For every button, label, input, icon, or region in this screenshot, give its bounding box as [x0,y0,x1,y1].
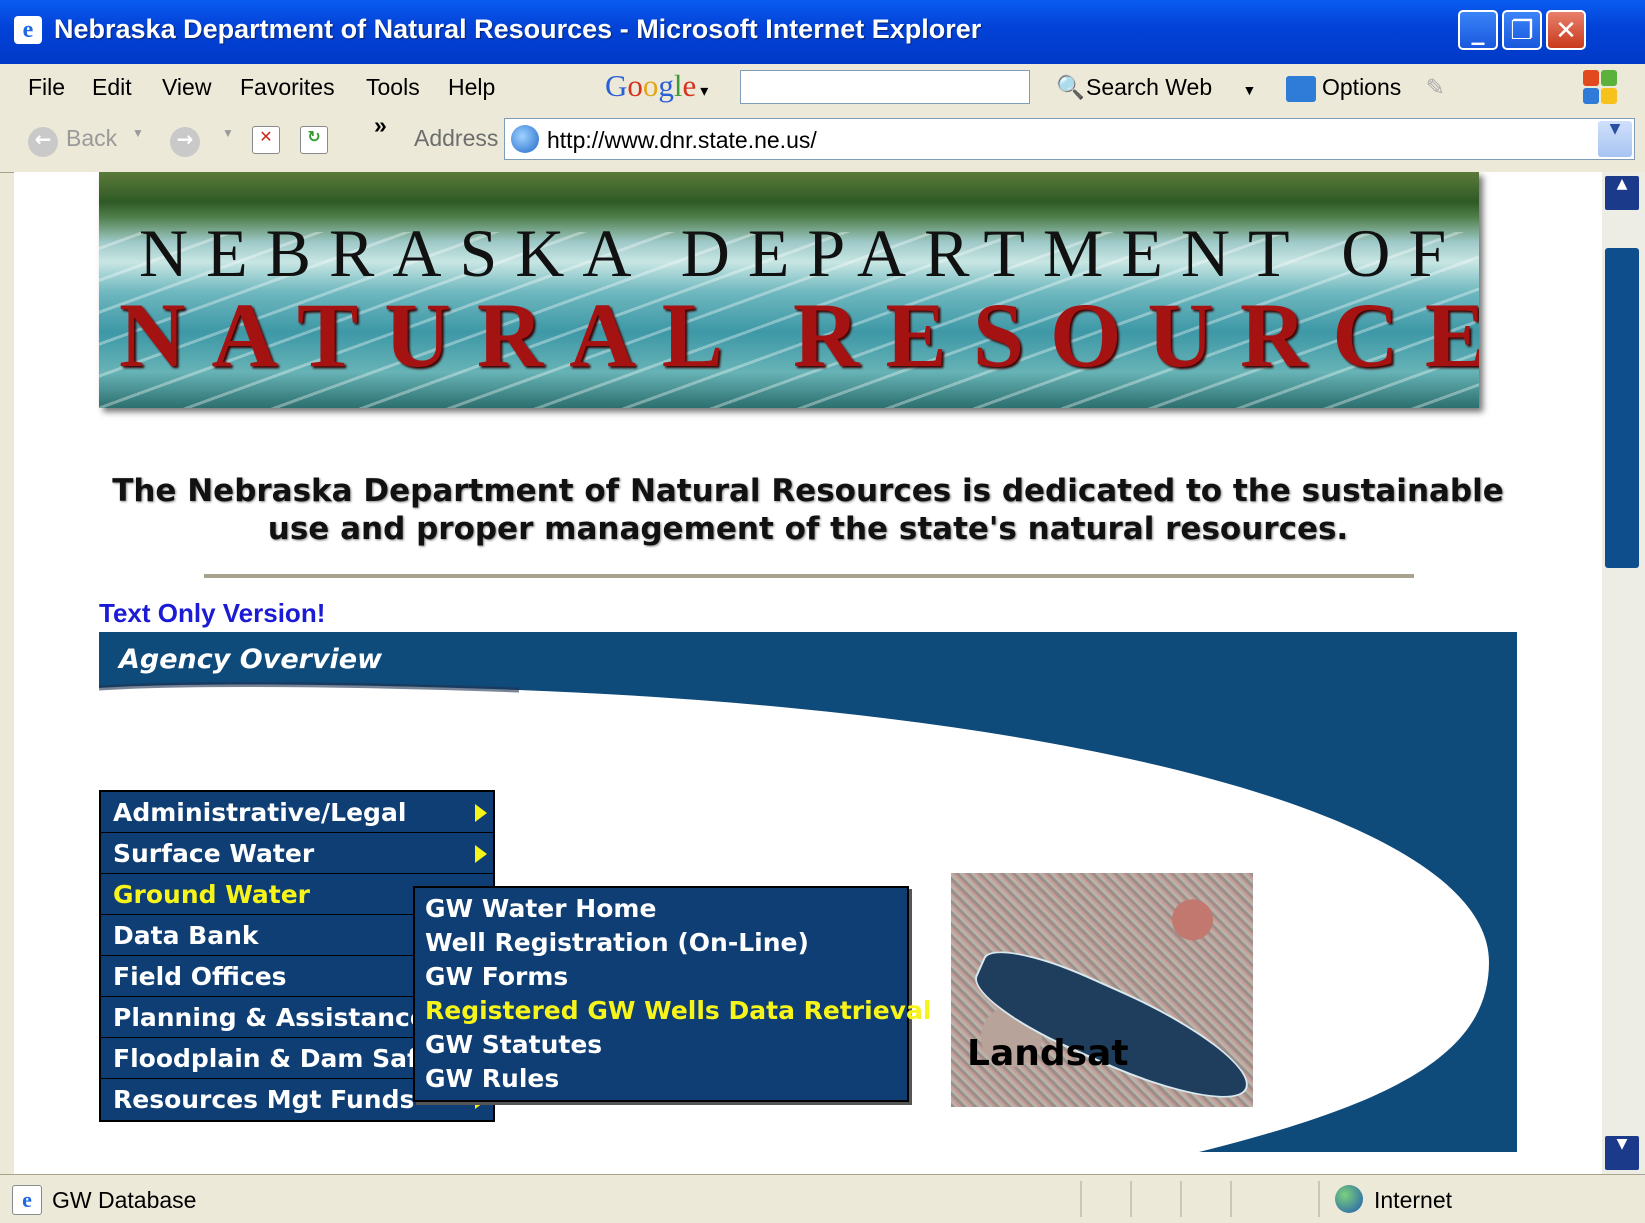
submenu-gw-forms[interactable]: GW Forms [415,960,907,994]
submenu-arrow-icon [475,804,487,822]
mission-line-2: use and proper management of the state's… [267,511,1349,547]
lake-shape [963,934,1253,1107]
window-title: Nebraska Department of Natural Resources… [54,14,982,44]
menu-help[interactable]: Help [448,74,495,101]
title-bar[interactable]: e Nebraska Department of Natural Resourc… [0,0,1645,64]
ie-logo-icon: e [14,16,42,44]
options-icon [1286,75,1316,102]
menu-view[interactable]: View [162,74,211,101]
address-label: Address [414,125,499,151]
back-arrow-icon[interactable]: ← [28,127,58,157]
internet-globe-icon [1335,1185,1363,1213]
address-dropdown-icon[interactable]: ▼ [1598,121,1632,157]
google-toolbar-logo[interactable]: Google ▾ [605,68,708,104]
ground-water-submenu: GW Water Home Well Registration (On-Line… [413,886,931,1102]
scroll-up-icon[interactable]: ▲ [1605,176,1639,210]
status-divider [1080,1181,1082,1217]
refresh-icon[interactable]: ↻ [300,126,328,154]
pencil-icon: ✎ [1425,74,1445,100]
menu-item-administrative-legal[interactable]: Administrative/Legal [101,792,493,833]
menu-file[interactable]: File [28,74,65,101]
menu-item-surface-water[interactable]: Surface Water [101,833,493,874]
back-button[interactable]: Back [66,125,117,152]
status-text: GW Database [52,1187,197,1213]
minimize-button[interactable]: _ [1458,10,1498,50]
maximize-button[interactable]: ❐ [1502,10,1542,50]
status-bar: e GW Database Internet [0,1174,1645,1223]
status-divider [1130,1181,1132,1217]
menu-bar: File Edit View Favorites Tools Help Goog… [0,64,1645,113]
submenu-gw-water-home[interactable]: GW Water Home [415,892,907,926]
close-button[interactable]: ✕ [1546,10,1586,50]
submenu-gw-statutes[interactable]: GW Statutes [415,1028,907,1062]
stop-icon[interactable]: ✕ [252,126,280,154]
scroll-down-icon[interactable]: ▼ [1605,1136,1639,1170]
page-status-icon: e [12,1185,42,1215]
toolbar-overflow-icon[interactable]: » [374,112,387,139]
submenu-well-registration[interactable]: Well Registration (On-Line) [415,926,907,960]
scroll-thumb[interactable] [1605,248,1639,568]
address-bar[interactable]: http://www.dnr.state.ne.us/ ▼ [504,118,1635,160]
divider [204,574,1414,578]
status-divider [1180,1181,1182,1217]
back-dropdown-icon[interactable]: ▼ [132,126,144,140]
windows-logo-icon [1583,70,1619,106]
page-icon [511,125,539,153]
overview-title: Agency Overview [119,644,383,675]
google-search-input[interactable] [740,70,1030,104]
menu-favorites[interactable]: Favorites [240,74,335,101]
forward-dropdown-icon[interactable]: ▼ [222,126,234,140]
submenu-arrow-icon [475,845,487,863]
text-only-link[interactable]: Text Only Version! [99,598,325,629]
landsat-image[interactable]: Landsat [951,873,1253,1107]
menu-tools[interactable]: Tools [366,74,420,101]
search-web-button[interactable]: 🔍Search Web ▼ [1056,74,1256,101]
menu-edit[interactable]: Edit [92,74,132,101]
chevron-down-icon[interactable]: ▼ [1243,82,1257,98]
browser-window: e Nebraska Department of Natural Resourc… [0,0,1645,1223]
status-divider [1318,1181,1320,1217]
address-url[interactable]: http://www.dnr.state.ne.us/ [547,127,817,154]
binoculars-icon: 🔍 [1056,74,1085,100]
mission-line-1: The Nebraska Department of Natural Resou… [112,473,1504,509]
banner-line-2: NATURAL RESOURCES [119,284,1479,386]
submenu-registered-gw-wells[interactable]: Registered GW Wells Data Retrieval [415,994,931,1028]
security-zone: Internet [1374,1187,1452,1213]
landsat-label: Landsat [967,1033,1129,1074]
vertical-scrollbar[interactable]: ▲ ▼ [1602,172,1645,1174]
agency-banner: NEBRASKA DEPARTMENT OF NATURAL RESOURCES [99,172,1479,408]
navigation-toolbar: ← Back ▼ → ▼ ✕ ↻ » Address http://www.dn… [0,112,1645,173]
forward-arrow-icon[interactable]: → [170,127,200,157]
mission-statement: The Nebraska Department of Natural Resou… [14,472,1602,548]
submenu-gw-rules[interactable]: GW Rules [415,1062,907,1096]
page-content: NEBRASKA DEPARTMENT OF NATURAL RESOURCES… [14,172,1602,1174]
status-divider [1230,1181,1232,1217]
options-button[interactable]: Options ✎ [1286,74,1445,102]
